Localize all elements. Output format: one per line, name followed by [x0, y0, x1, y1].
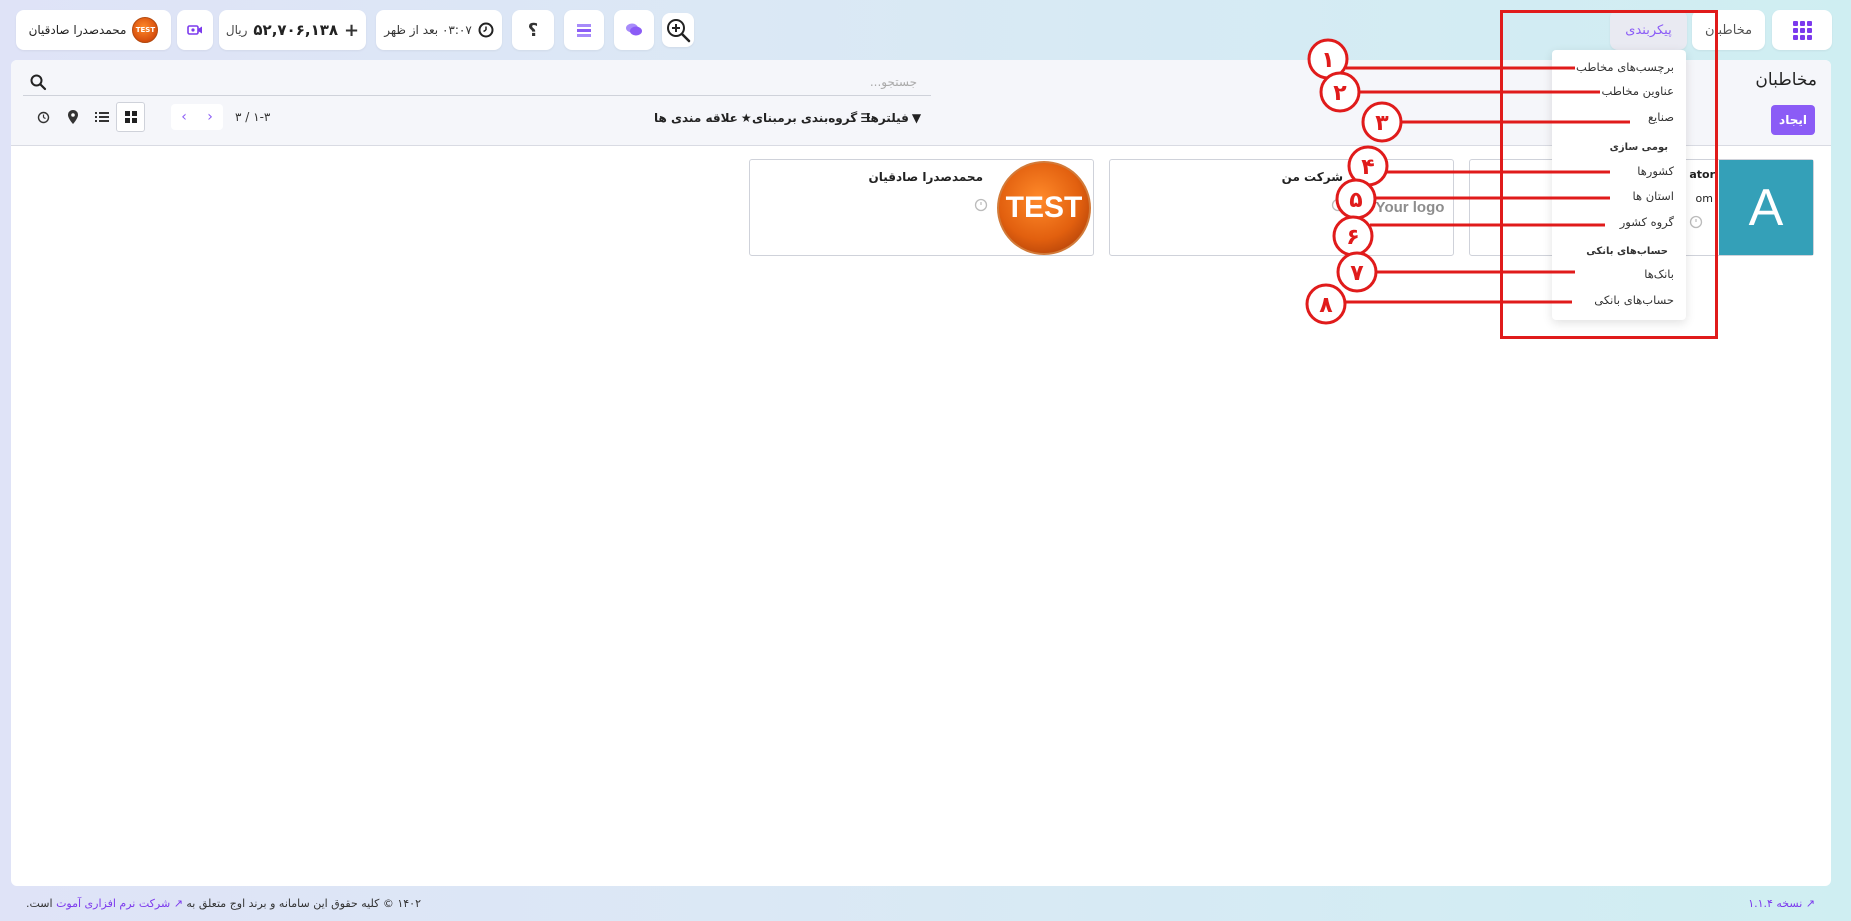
kanban-view-button[interactable]: [116, 102, 145, 132]
time-text: ۰۳:۰۷ بعد از ظهر: [384, 23, 472, 37]
group-by-icon: ☰: [860, 111, 871, 125]
filters-button[interactable]: ▼ فیلترها: [866, 104, 921, 132]
search-bar: [23, 68, 931, 96]
logo-text: Your logo: [1375, 199, 1445, 216]
balance-unit: ریال: [225, 23, 248, 37]
pager-nav: ‹ ›: [171, 104, 223, 130]
external-link-icon: ↗: [173, 897, 183, 910]
map-marker-icon: [67, 110, 78, 124]
logo-mark-icon: [1363, 203, 1372, 212]
version-label: نسخه ۱.۱.۴: [1748, 897, 1803, 910]
create-button[interactable]: ایجاد: [1771, 105, 1815, 135]
chevron-left-icon[interactable]: ‹: [171, 104, 197, 130]
card-name: شرکت من: [1281, 170, 1343, 184]
favorites-label: علاقه مندی ها: [654, 111, 738, 125]
charge-plus-icon[interactable]: +: [344, 20, 359, 41]
search-input[interactable]: [47, 74, 917, 89]
page-title: مخاطبان: [1755, 70, 1817, 90]
avatar: TEST: [132, 17, 159, 43]
chat-button[interactable]: [614, 10, 654, 50]
search-icon[interactable]: [29, 73, 47, 91]
list-view-icon: [94, 112, 109, 122]
chevron-right-icon[interactable]: ›: [197, 104, 223, 130]
company-link[interactable]: ↗ شرکت نرم افزاری آموت: [53, 897, 183, 910]
card-image: Your logo: [1355, 160, 1453, 255]
star-icon: ★: [740, 111, 752, 125]
your-logo-image: Your logo: [1363, 199, 1445, 216]
copyright-prefix: ۱۴۰۲ © کلیه حقوق این سامانه و برند اوج م…: [186, 897, 421, 910]
list-icon: [577, 24, 591, 37]
clock-icon: [37, 111, 50, 123]
apps-grid-icon: [1792, 20, 1812, 40]
copyright-suffix: است.: [26, 897, 53, 910]
user-name: محمدصدرا صادقیان: [28, 23, 127, 37]
group-by-label: گروه‌بندی برمبنای: [752, 111, 858, 125]
annotation-highlight-box: [1500, 10, 1718, 339]
chat-icon: [626, 23, 642, 36]
company-link-label: شرکت نرم افزاری آموت: [56, 897, 171, 910]
map-view-button[interactable]: [58, 102, 87, 132]
balance-amount: ۵۲,۷۰۶,۱۳۸: [253, 21, 339, 39]
group-by-button[interactable]: ☰ گروه‌بندی برمبنای: [752, 104, 871, 132]
contact-card[interactable]: TEST محمدصدرا صادقیان: [749, 159, 1094, 256]
card-name: محمدصدرا صادقیان: [868, 170, 983, 184]
kanban-view-icon: [124, 111, 137, 123]
filters-label: فیلترها: [866, 111, 909, 125]
video-icon: [187, 25, 202, 35]
activity-clock-icon[interactable]: [1331, 198, 1345, 212]
help-button[interactable]: ؟: [512, 10, 554, 50]
activity-clock-icon[interactable]: [974, 198, 988, 212]
user-menu[interactable]: TEST محمدصدرا صادقیان: [16, 10, 171, 50]
version-link[interactable]: ↗ نسخه ۱.۱.۴: [1748, 897, 1815, 910]
filter-icon: ▼: [911, 111, 922, 125]
card-image: TEST: [995, 160, 1093, 255]
avatar: A: [1719, 160, 1813, 255]
apps-menu-button[interactable]: [1772, 10, 1832, 50]
pager-value[interactable]: ۱-۳ / ۳: [235, 110, 270, 124]
video-button[interactable]: [177, 10, 213, 50]
clock-icon: [478, 22, 494, 38]
activity-view-button[interactable]: [29, 102, 58, 132]
zoom-in-icon: [667, 19, 691, 43]
list-view-button[interactable]: [87, 102, 116, 132]
contact-card[interactable]: Your logo شرکت من: [1109, 159, 1454, 256]
view-switcher: [29, 102, 145, 132]
favorites-button[interactable]: ★ علاقه مندی ها: [654, 104, 752, 132]
activities-button[interactable]: [564, 10, 604, 50]
test-logo-image: TEST: [997, 160, 1091, 255]
time-display[interactable]: ۰۳:۰۷ بعد از ظهر: [376, 10, 502, 50]
external-link-icon: ↗: [1805, 897, 1815, 910]
pager: ‹ › ۱-۳ / ۳: [171, 104, 270, 130]
zoom-button[interactable]: [662, 13, 694, 47]
balance-display[interactable]: + ۵۲,۷۰۶,۱۳۸ ریال: [219, 10, 366, 50]
footer-copyright: ۱۴۰۲ © کلیه حقوق این سامانه و برند اوج م…: [26, 897, 421, 910]
